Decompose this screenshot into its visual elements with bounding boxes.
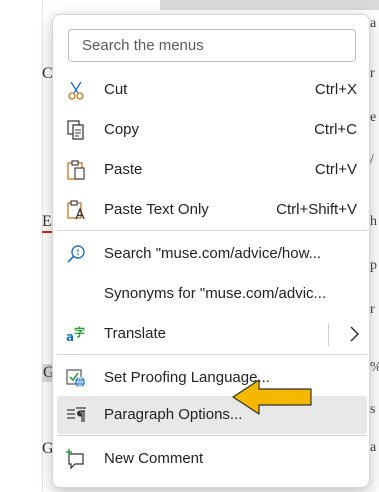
menu-item-label: Paste Text Only [104,201,209,218]
svg-text:字: 字 [74,325,85,339]
menu-item-paste-text-only[interactable]: Paste Text Only Ctrl+Shift+V [57,191,367,229]
menu-item-translate[interactable]: a 字 Translate [57,315,367,353]
new-comment-icon [66,449,84,470]
search-icon [67,245,85,263]
doc-fragment: r [370,66,375,81]
scissors-icon [68,81,84,100]
svg-text:a: a [66,330,74,344]
submenu-divider [328,324,329,346]
doc-fragment: / [370,152,374,167]
paste-icon [67,160,85,180]
menu-item-copy[interactable]: Copy Ctrl+C [57,111,367,149]
menu-item-label: Paragraph Options... [104,406,243,423]
shortcut-label: Ctrl+C [314,121,357,138]
doc-fragment: E [42,213,52,233]
doc-fragment: a [370,16,377,31]
annotation-arrow [232,379,312,415]
menu-item-label: Synonyms for "muse.com/advic... [104,285,327,302]
menu-item-label: Search "muse.com/advice/how... [104,245,322,262]
menu-item-label: Cut [104,81,128,98]
menu-item-paragraph-options[interactable]: Paragraph Options... [57,396,367,434]
proofing-language-icon [66,369,85,388]
menu-item-new-comment[interactable]: New Comment [57,440,367,478]
doc-fragment: s [370,402,376,417]
menu-item-search[interactable]: Search "muse.com/advice/how... [57,235,367,273]
shortcut-label: Ctrl+X [314,81,357,98]
menu-item-synonyms[interactable]: Synonyms for "muse.com/advic... [57,275,367,313]
menu-separator [57,354,367,355]
paste-text-only-icon [67,200,85,220]
paragraph-options-icon [67,407,86,422]
doc-fragment: e [370,110,377,125]
doc-fragment: r [370,302,375,317]
doc-fragment: h [370,214,377,229]
copy-icon [67,120,84,140]
doc-fragment: p [370,258,377,273]
menu-separator [57,435,367,436]
doc-fragment: % [370,360,379,376]
document-toolbar-strip [160,0,379,10]
doc-fragment: a [370,440,377,455]
menu-item-label: Copy [104,121,140,138]
menu-item-cut[interactable]: Cut Ctrl+X [57,71,367,109]
menu-item-set-proofing-language[interactable]: Set Proofing Language... [57,359,367,397]
shortcut-label: Ctrl+V [314,161,357,178]
translate-icon: a 字 [66,325,85,344]
chevron-right-icon[interactable] [347,323,361,345]
menu-separator [57,230,367,231]
menu-item-label: Paste [104,161,143,178]
menu-item-label: Translate [104,325,166,342]
menu-item-label: New Comment [104,450,204,467]
menu-item-paste[interactable]: Paste Ctrl+V [57,151,367,189]
search-menus-input[interactable] [68,29,356,62]
context-menu: Cut Ctrl+X Copy Ctrl+C Paste Ctrl+V Pas [52,14,370,488]
shortcut-label: Ctrl+Shift+V [276,201,357,218]
